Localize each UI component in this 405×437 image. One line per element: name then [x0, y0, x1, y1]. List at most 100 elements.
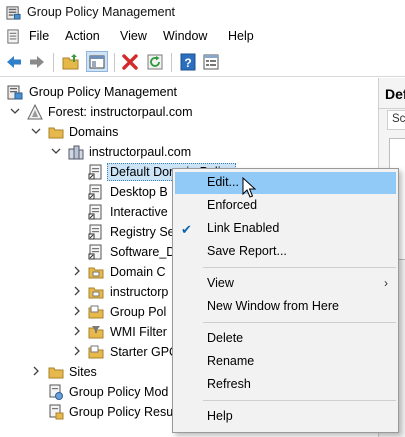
- tree-node-domain[interactable]: instructorpaul.com: [0, 142, 300, 162]
- expand-chevron-icon[interactable]: [72, 286, 82, 296]
- tree-node-domains[interactable]: Domains: [0, 122, 300, 142]
- menu-window[interactable]: Window: [163, 29, 207, 43]
- tree-label: Domain C: [110, 265, 166, 279]
- menu-item-label: Rename: [207, 354, 255, 368]
- expand-chevron-icon[interactable]: [72, 346, 82, 356]
- gpmc-icon: [6, 6, 21, 20]
- tree-label: Group Policy Management: [29, 85, 177, 99]
- tree-node-forest[interactable]: Forest: instructorpaul.com: [0, 102, 300, 122]
- tree-label: Group Policy Mod: [69, 385, 169, 399]
- gp-results-icon: [49, 404, 64, 420]
- tree-label: Domains: [69, 125, 119, 139]
- menu-help[interactable]: Help: [228, 29, 254, 43]
- show-hide-tree-icon: [89, 55, 105, 69]
- menu-item-view[interactable]: View ›: [175, 273, 396, 295]
- gpo-link-icon: [88, 184, 102, 200]
- gpo-link-icon: [88, 164, 102, 180]
- menu-item-label: Link Enabled: [207, 221, 280, 235]
- help-icon[interactable]: ?: [179, 53, 197, 71]
- title-bar: Group Policy Management: [0, 0, 405, 26]
- menu-item-label: Refresh: [207, 377, 251, 391]
- submenu-arrow-icon: ›: [384, 276, 388, 290]
- forward-icon[interactable]: [28, 53, 46, 71]
- menu-separator: [203, 267, 396, 268]
- tab-label: Sc: [392, 113, 405, 125]
- checkmark-icon: ✔: [181, 222, 192, 237]
- menu-item-rename[interactable]: Rename: [175, 351, 396, 373]
- menu-item-label: New Window from Here: [207, 299, 339, 313]
- tree-label: Sites: [69, 365, 97, 379]
- menu-view[interactable]: View: [120, 29, 147, 43]
- properties-icon[interactable]: [202, 53, 220, 71]
- ou-folder-icon: [88, 287, 104, 299]
- expand-chevron-icon[interactable]: [72, 326, 82, 336]
- gpo-link-icon: [88, 244, 102, 260]
- folder-icon: [88, 305, 104, 319]
- show-hide-tree-button[interactable]: [86, 51, 108, 72]
- context-menu: Edit... Enforced ✔ Link Enabled Save Rep…: [172, 168, 399, 433]
- folder-icon: [88, 326, 104, 339]
- folder-icon: [88, 345, 104, 359]
- delete-icon[interactable]: [121, 53, 139, 71]
- menu-item-refresh[interactable]: Refresh: [175, 374, 396, 396]
- menu-file[interactable]: File: [29, 29, 49, 43]
- toolbar-separator: [53, 53, 54, 72]
- toolbar-separator: [171, 53, 172, 72]
- menu-bar: File Action View Window Help: [0, 26, 405, 48]
- tree-label: Forest: instructorpaul.com: [48, 105, 193, 119]
- svg-text:?: ?: [184, 56, 191, 70]
- tree-node-root[interactable]: Group Policy Management: [0, 82, 300, 102]
- domain-icon: [68, 145, 84, 160]
- tab-scope[interactable]: Sc: [387, 110, 405, 130]
- collapse-chevron-icon[interactable]: [31, 126, 41, 136]
- console-icon[interactable]: [6, 29, 21, 44]
- folder-icon: [48, 367, 64, 379]
- menu-item-help[interactable]: Help: [175, 406, 396, 428]
- tree-label: Starter GPO: [110, 345, 179, 359]
- refresh-icon[interactable]: [146, 53, 164, 71]
- menu-item-label: Save Report...: [207, 244, 287, 258]
- window-title: Group Policy Management: [27, 5, 175, 19]
- gp-modeling-icon: [49, 384, 63, 400]
- expand-chevron-icon[interactable]: [72, 306, 82, 316]
- tree-label: Interactive: [110, 205, 168, 219]
- menu-item-edit[interactable]: Edit...: [175, 172, 396, 194]
- toolbar-separator: [114, 53, 115, 72]
- tree-label: Software_D: [110, 245, 176, 259]
- details-title: Def: [385, 86, 405, 102]
- mouse-cursor-icon: [242, 177, 256, 198]
- menu-item-label: View: [207, 276, 234, 290]
- ou-folder-icon: [88, 267, 104, 279]
- tab-divider: [379, 108, 405, 109]
- menu-item-delete[interactable]: Delete: [175, 328, 396, 350]
- gpo-link-icon: [88, 224, 102, 240]
- folder-icon: [48, 127, 64, 139]
- tree-label: Desktop B: [110, 185, 168, 199]
- back-icon[interactable]: [5, 53, 23, 71]
- menu-action[interactable]: Action: [65, 29, 100, 43]
- up-folder-icon[interactable]: [62, 53, 80, 71]
- collapse-chevron-icon[interactable]: [10, 106, 20, 116]
- tree-label: instructorp: [110, 285, 169, 299]
- expand-chevron-icon[interactable]: [72, 266, 82, 276]
- collapse-chevron-icon[interactable]: [51, 146, 61, 156]
- menu-item-link-enabled[interactable]: ✔ Link Enabled: [175, 218, 396, 240]
- tree-label: Registry Se: [110, 225, 175, 239]
- toolbar: ?: [0, 48, 405, 77]
- menu-item-save-report[interactable]: Save Report...: [175, 241, 396, 263]
- menu-item-label: Edit...: [207, 175, 239, 189]
- gpo-link-icon: [88, 204, 102, 220]
- forest-icon: [27, 104, 43, 120]
- expand-chevron-icon[interactable]: [31, 366, 41, 376]
- menu-item-new-window[interactable]: New Window from Here: [175, 296, 396, 318]
- tree-label: WMI Filter: [110, 325, 167, 339]
- menu-item-label: Enforced: [207, 198, 258, 212]
- tree-label: instructorpaul.com: [89, 145, 192, 159]
- menu-separator: [203, 322, 396, 323]
- menu-item-label: Delete: [207, 331, 244, 345]
- menu-item-enforced[interactable]: Enforced: [175, 195, 396, 217]
- menu-item-label: Help: [207, 409, 233, 423]
- gpmc-icon: [7, 85, 23, 100]
- tree-label: Group Pol: [110, 305, 167, 319]
- tree-label: Group Policy Resu: [69, 405, 174, 419]
